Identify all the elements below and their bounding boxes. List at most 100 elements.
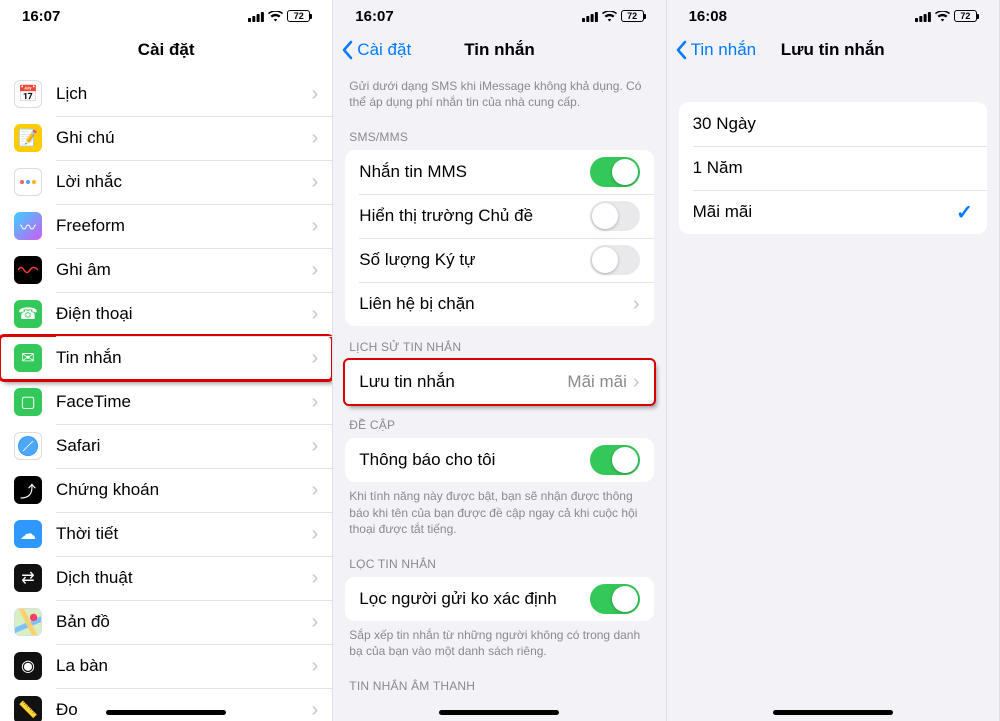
settings-list-container[interactable]: 📅Lịch›📝Ghi chú›Lời nhắc›〰Freeform›Ghi âm… — [0, 72, 332, 721]
settings-row-ghi-âm[interactable]: Ghi âm› — [0, 248, 332, 292]
notify-me-label: Thông báo cho tôi — [359, 450, 589, 470]
battery-icon: 72 — [287, 10, 310, 22]
notify-me-toggle[interactable] — [590, 445, 640, 475]
chevron-right-icon: › — [312, 567, 319, 590]
signal-icon — [582, 11, 598, 22]
chevron-right-icon: › — [312, 655, 319, 678]
row-label: Thời tiết — [56, 524, 312, 544]
signal-icon — [248, 11, 264, 22]
settings-row-bản-đồ[interactable]: Bản đồ› — [0, 600, 332, 644]
row-label: La bàn — [56, 656, 312, 676]
page-title: Cài đặt — [0, 40, 332, 60]
chevron-right-icon: › — [312, 171, 319, 194]
row-label: Safari — [56, 436, 312, 456]
dịch-thuật-icon: ⇄ — [14, 564, 42, 592]
status-time: 16:07 — [22, 8, 60, 25]
settings-row-lịch[interactable]: 📅 Lịch› — [0, 72, 332, 116]
sms-row-s-l-ng-k-t-[interactable]: Số lượng Ký tự — [345, 238, 653, 282]
section-history: LỊCH SỬ TIN NHẮN — [333, 326, 665, 360]
chevron-right-icon: › — [312, 127, 319, 150]
chevron-right-icon: › — [312, 303, 319, 326]
sms-row-li-n-h-b-ch-n[interactable]: Liên hệ bị chặn› — [345, 282, 653, 326]
home-indicator[interactable] — [773, 710, 893, 715]
back-button[interactable]: Tin nhắn — [675, 40, 757, 60]
settings-row-dịch-thuật[interactable]: ⇄ Dịch thuật› — [0, 556, 332, 600]
section-filter: LỌC TIN NHẮN — [333, 543, 665, 577]
settings-row-tin-nhắn[interactable]: ✉ Tin nhắn› — [0, 336, 332, 380]
filter-unknown-toggle[interactable] — [590, 584, 640, 614]
sms-row-hi-n-th-tr-ng-ch-[interactable]: Hiển thị trường Chủ đề — [345, 194, 653, 238]
back-button[interactable]: Cài đặt — [341, 40, 411, 60]
wifi-icon — [602, 11, 617, 22]
row-label: Bản đồ — [56, 612, 312, 632]
row-label: Tin nhắn — [56, 348, 312, 368]
home-indicator[interactable] — [439, 710, 559, 715]
wifi-icon — [268, 11, 283, 22]
section-mentions: ĐỀ CẬP — [333, 404, 665, 438]
facetime-icon: ▢ — [14, 388, 42, 416]
row-label: Dịch thuật — [56, 568, 312, 588]
keep-option-m-i-m-i[interactable]: Mãi mãi✓ — [679, 190, 987, 234]
settings-row-freeform[interactable]: 〰Freeform› — [0, 204, 332, 248]
row-label: Hiển thị trường Chủ đề — [359, 206, 589, 226]
option-label: 1 Năm — [693, 158, 973, 178]
tin-nhắn-icon: ✉ — [14, 344, 42, 372]
nav-bar: Tin nhắn Lưu tin nhắn — [667, 28, 999, 72]
lịch-icon: 📅 — [14, 80, 42, 108]
sms-row-nh-n-tin-mms[interactable]: Nhắn tin MMS — [345, 150, 653, 194]
ghi-chú-icon: 📝 — [14, 124, 42, 152]
keep-messages-value: Mãi mãi — [567, 372, 627, 392]
keep-messages-row-highlight: Lưu tin nhắn Mãi mãi › — [345, 360, 653, 404]
nav-bar: Cài đặt Tin nhắn — [333, 28, 665, 72]
settings-row-lời-nhắc[interactable]: Lời nhắc› — [0, 160, 332, 204]
freeform-icon: 〰 — [14, 212, 42, 240]
battery-icon: 72 — [621, 10, 644, 22]
filter-unknown-row[interactable]: Lọc người gửi ko xác định — [345, 577, 653, 621]
toggle[interactable] — [590, 201, 640, 231]
messages-content[interactable]: Gửi dưới dạng SMS khi iMessage không khả… — [333, 72, 665, 721]
safari-icon — [14, 432, 42, 460]
settings-row-la-bàn[interactable]: ◉La bàn› — [0, 644, 332, 688]
notify-me-row[interactable]: Thông báo cho tôi — [345, 438, 653, 482]
toggle[interactable] — [590, 157, 640, 187]
row-label: Số lượng Ký tự — [359, 250, 589, 270]
settings-row-điện-thoại[interactable]: ☎ Điện thoại› — [0, 292, 332, 336]
settings-row-chứng-khoán[interactable]: ⤴Chứng khoán› — [0, 468, 332, 512]
settings-row-đo[interactable]: 📏Đo› — [0, 688, 332, 721]
chevron-right-icon: › — [312, 435, 319, 458]
chevron-right-icon: › — [312, 611, 319, 634]
chevron-right-icon: › — [312, 83, 319, 106]
row-label: Lịch — [56, 84, 312, 104]
settings-row-facetime[interactable]: ▢FaceTime› — [0, 380, 332, 424]
chevron-right-icon: › — [312, 523, 319, 546]
row-label: Điện thoại — [56, 304, 312, 324]
check-icon: ✓ — [956, 200, 973, 225]
row-label: Ghi chú — [56, 128, 312, 148]
keep-messages-row[interactable]: Lưu tin nhắn Mãi mãi › — [345, 360, 653, 404]
chevron-right-icon: › — [312, 259, 319, 282]
status-right: 72 — [248, 10, 310, 22]
settings-row-safari[interactable]: Safari› — [0, 424, 332, 468]
back-label: Tin nhắn — [691, 40, 757, 60]
status-right: 72 — [582, 10, 644, 22]
chevron-right-icon: › — [312, 391, 319, 414]
status-bar: 16:07 72 — [333, 0, 665, 28]
settings-row-ghi-chú[interactable]: 📝 Ghi chú› — [0, 116, 332, 160]
home-indicator[interactable] — [106, 710, 226, 715]
chứng-khoán-icon: ⤴ — [14, 476, 42, 504]
screen-settings: 16:07 72 Cài đặt 📅Lịch›📝Ghi chú›Lời nhắc… — [0, 0, 333, 721]
battery-icon: 72 — [954, 10, 977, 22]
row-label: Lời nhắc — [56, 172, 312, 192]
đo-icon: 📏 — [14, 696, 42, 721]
settings-row-thời-tiết[interactable]: ☁Thời tiết› — [0, 512, 332, 556]
lời-nhắc-icon — [14, 168, 42, 196]
chevron-right-icon: › — [312, 347, 319, 370]
filter-unknown-desc: Sắp xếp tin nhắn từ những người không có… — [333, 621, 665, 665]
keep-option-1-n-m[interactable]: 1 Năm — [679, 146, 987, 190]
keep-option-30-ng-y[interactable]: 30 Ngày — [679, 102, 987, 146]
bản-đồ-icon — [14, 608, 42, 636]
toggle[interactable] — [590, 245, 640, 275]
điện-thoại-icon: ☎ — [14, 300, 42, 328]
status-time: 16:07 — [355, 8, 393, 25]
chevron-right-icon: › — [312, 215, 319, 238]
